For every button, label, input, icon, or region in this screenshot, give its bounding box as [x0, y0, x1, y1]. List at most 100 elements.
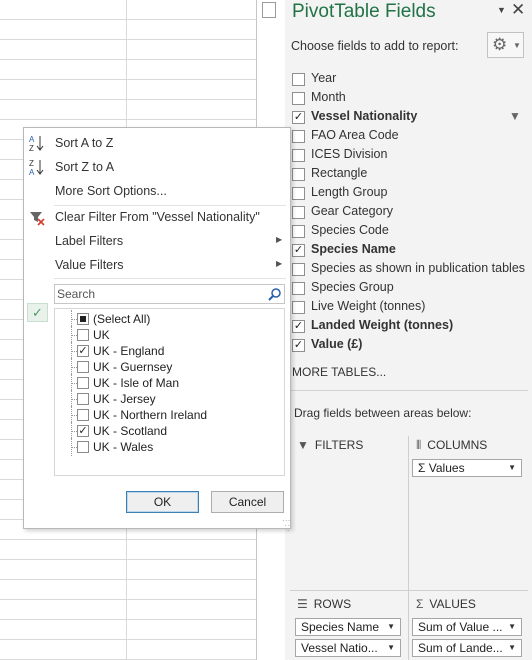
field-checkbox[interactable] — [292, 206, 305, 219]
field-label: Gear Category — [311, 204, 393, 218]
grid-row — [0, 80, 256, 100]
filter-value-item[interactable]: (Select All) — [55, 310, 284, 328]
value-checkbox[interactable] — [77, 393, 89, 405]
field-item[interactable]: Live Weight (tonnes) — [292, 298, 528, 317]
areas-divider — [408, 436, 409, 660]
chevron-down-icon[interactable]: ▼ — [508, 622, 516, 631]
columns-values-chip[interactable]: Σ Values ▼ — [412, 459, 522, 477]
field-checkbox[interactable]: ✓ — [292, 244, 305, 257]
field-item[interactable]: Species Group — [292, 279, 528, 298]
scrollbar-thumb[interactable] — [262, 2, 276, 18]
value-checkbox[interactable] — [77, 313, 89, 325]
field-checkbox[interactable] — [292, 301, 305, 314]
field-item[interactable]: ✓ Value (£) — [292, 336, 528, 355]
field-item[interactable]: Species as shown in publication tables — [292, 260, 528, 279]
chevron-down-icon: ▼ — [513, 41, 521, 50]
value-checkbox[interactable] — [77, 377, 89, 389]
search-box[interactable] — [54, 284, 285, 304]
svg-text:Z: Z — [29, 144, 34, 152]
label-filters-item[interactable]: Label Filters ▶ — [24, 230, 290, 252]
ok-button[interactable]: OK — [126, 491, 199, 513]
field-item[interactable]: Month — [292, 89, 528, 108]
field-checkbox[interactable] — [292, 130, 305, 143]
sort-a-to-z-label: Sort A to Z — [55, 136, 114, 150]
field-checkbox[interactable] — [292, 282, 305, 295]
values-sum-of-value-chip[interactable]: Sum of Value ... ▼ — [412, 618, 522, 636]
field-checkbox[interactable] — [292, 149, 305, 162]
field-checkbox[interactable]: ✓ — [292, 320, 305, 333]
field-checkbox[interactable] — [292, 225, 305, 238]
field-item[interactable]: Year — [292, 70, 528, 89]
sort-z-to-a-item[interactable]: Z A Sort Z to A — [24, 156, 290, 178]
filter-value-item[interactable]: ✓ UK - Scotland — [55, 422, 284, 440]
filter-value-item[interactable]: UK — [55, 326, 284, 344]
clear-filter-item[interactable]: Clear Filter From "Vessel Nationality" — [24, 206, 290, 228]
value-checkbox[interactable] — [77, 409, 89, 421]
values-area-header: Σ VALUES — [416, 597, 476, 611]
field-checkbox[interactable]: ✓ — [292, 339, 305, 352]
value-label: UK - Northern Ireland — [93, 408, 208, 422]
value-checkbox[interactable] — [77, 361, 89, 373]
grid-row — [0, 100, 256, 120]
field-item[interactable]: Gear Category — [292, 203, 528, 222]
value-checkbox[interactable] — [77, 441, 89, 453]
value-filters-item[interactable]: Value Filters ▶ — [24, 254, 290, 276]
chevron-down-icon[interactable]: ▼ — [387, 643, 395, 652]
field-item[interactable]: Rectangle — [292, 165, 528, 184]
field-label: Value (£) — [311, 337, 363, 351]
areas-divider — [290, 590, 528, 591]
field-item[interactable]: ✓ Landed Weight (tonnes) — [292, 317, 528, 336]
filter-value-item[interactable]: UK - Guernsey — [55, 358, 284, 376]
field-checkbox[interactable]: ✓ — [292, 111, 305, 124]
field-checkbox[interactable] — [292, 92, 305, 105]
chevron-down-icon[interactable]: ▼ — [508, 463, 516, 472]
value-checkbox[interactable]: ✓ — [77, 425, 89, 437]
columns-area-label: COLUMNS — [427, 438, 488, 452]
sort-a-to-z-item[interactable]: A Z Sort A to Z — [24, 132, 290, 154]
pane-options-chevron-icon[interactable]: ▼ — [497, 5, 506, 15]
field-checkbox[interactable] — [292, 263, 305, 276]
value-checkbox[interactable] — [77, 329, 89, 341]
field-item[interactable]: FAO Area Code — [292, 127, 528, 146]
value-checkbox[interactable]: ✓ — [77, 345, 89, 357]
value-label: (Select All) — [93, 312, 151, 326]
search-input[interactable] — [57, 286, 262, 302]
search-icon[interactable] — [267, 287, 282, 302]
field-checkbox[interactable] — [292, 187, 305, 200]
filter-value-item[interactable]: UK - Wales — [55, 438, 284, 456]
field-checkbox[interactable] — [292, 168, 305, 181]
field-label: Landed Weight (tonnes) — [311, 318, 454, 332]
close-icon[interactable]: ✕ — [511, 0, 525, 20]
values-area-label: VALUES — [429, 597, 476, 611]
filters-area-header: ▼ FILTERS — [297, 438, 363, 452]
field-checkbox[interactable] — [292, 73, 305, 86]
cancel-button[interactable]: Cancel — [211, 491, 284, 513]
filter-value-item[interactable]: ✓ UK - England — [55, 342, 284, 360]
value-label: UK - Guernsey — [93, 360, 173, 374]
rows-icon: ☰ — [297, 597, 308, 611]
field-item[interactable]: ✓ Vessel Nationality ▼ — [292, 108, 528, 127]
chevron-down-icon[interactable]: ▼ — [387, 622, 395, 631]
field-item[interactable]: Length Group — [292, 184, 528, 203]
filter-values-list[interactable]: (Select All) UK ✓ UK - England UK - Guernsey… — [54, 308, 285, 476]
field-item[interactable]: ✓ Species Name — [292, 241, 528, 260]
sort-descending-icon: Z A — [29, 159, 44, 176]
field-item[interactable]: Species Code — [292, 222, 528, 241]
filter-value-item[interactable]: UK - Jersey — [55, 390, 284, 408]
more-tables-link[interactable]: MORE TABLES... — [292, 365, 386, 379]
field-item[interactable]: ICES Division — [292, 146, 528, 165]
chevron-down-icon[interactable]: ▼ — [508, 643, 516, 652]
filter-value-item[interactable]: UK - Northern Ireland — [55, 406, 284, 424]
clear-filter-icon — [30, 212, 45, 226]
more-sort-options-item[interactable]: More Sort Options... — [24, 180, 290, 202]
sort-z-to-a-label: Sort Z to A — [55, 160, 115, 174]
vessel-nationality-filter-dropdown: A Z Sort A to Z Z A Sort Z to A More Sor… — [23, 127, 291, 535]
field-list-settings-button[interactable]: ⚙ ▼ — [487, 32, 524, 58]
values-sum-of-landed-chip[interactable]: Sum of Lande... ▼ — [412, 639, 522, 657]
filter-funnel-icon[interactable]: ▼ — [509, 109, 521, 123]
resize-grip-icon[interactable]: · · · · · · — [282, 517, 291, 535]
rows-species-name-chip[interactable]: Species Name ▼ — [295, 618, 401, 636]
filter-value-item[interactable]: UK - Isle of Man — [55, 374, 284, 392]
field-label: Year — [311, 71, 337, 85]
rows-vessel-nationality-chip[interactable]: Vessel Natio... ▼ — [295, 639, 401, 657]
